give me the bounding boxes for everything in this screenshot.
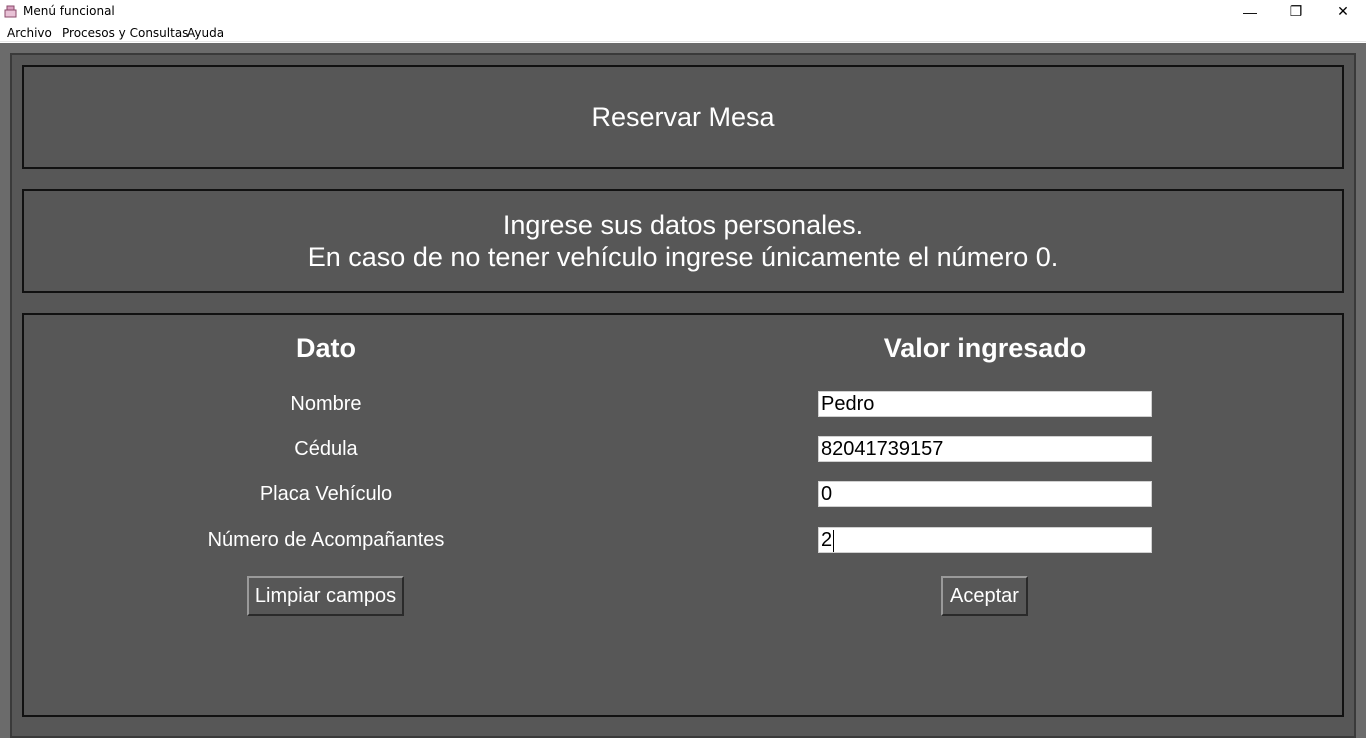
page-title: Reservar Mesa — [591, 101, 775, 132]
text-caret — [833, 529, 835, 552]
close-icon: ✕ — [1337, 3, 1349, 19]
title-bar: Menú funcional — ❐ ✕ — [0, 0, 1366, 23]
numero-acompanantes-input[interactable]: 2 — [818, 527, 1152, 553]
clear-fields-button[interactable]: Limpiar campos — [247, 576, 404, 616]
app-icon — [4, 5, 17, 18]
nombre-input[interactable]: Pedro — [818, 391, 1152, 417]
menu-procesos-y-consultas[interactable]: Procesos y Consultas — [62, 26, 188, 40]
label-cedula: Cédula — [294, 438, 358, 460]
instructions-line-1: Ingrese sus datos personales. — [502, 210, 864, 240]
menu-ayuda[interactable]: Ayuda — [187, 26, 224, 40]
title-panel: Reservar Mesa — [22, 65, 1344, 169]
minimize-icon: — — [1243, 3, 1257, 20]
column-header-dato: Dato — [296, 333, 356, 363]
label-nombre: Nombre — [290, 393, 362, 415]
menu-archivo[interactable]: Archivo — [7, 26, 52, 40]
instructions-panel: Ingrese sus datos personales. En caso de… — [22, 189, 1344, 293]
accept-button[interactable]: Aceptar — [941, 576, 1028, 616]
maximize-button[interactable]: ❐ — [1273, 0, 1319, 23]
label-placa-vehiculo: Placa Vehículo — [259, 483, 393, 505]
instructions-line-2: En caso de no tener vehículo ingrese úni… — [307, 242, 1059, 272]
restore-icon: ❐ — [1289, 3, 1303, 19]
minimize-button[interactable]: — — [1227, 0, 1273, 23]
column-header-valor: Valor ingresado — [883, 333, 1087, 363]
menu-bar: Archivo Procesos y Consultas Ayuda — [0, 23, 1366, 42]
label-numero-acompanantes: Número de Acompañantes — [207, 529, 445, 551]
close-button[interactable]: ✕ — [1320, 0, 1366, 23]
cedula-input[interactable]: 82041739157 — [818, 436, 1152, 462]
window-title: Menú funcional — [23, 4, 115, 18]
form-panel: Dato Valor ingresado Nombre Pedro Cédula… — [22, 313, 1344, 717]
numero-acompanantes-value: 2 — [821, 529, 833, 551]
placa-vehiculo-input[interactable]: 0 — [818, 481, 1152, 507]
